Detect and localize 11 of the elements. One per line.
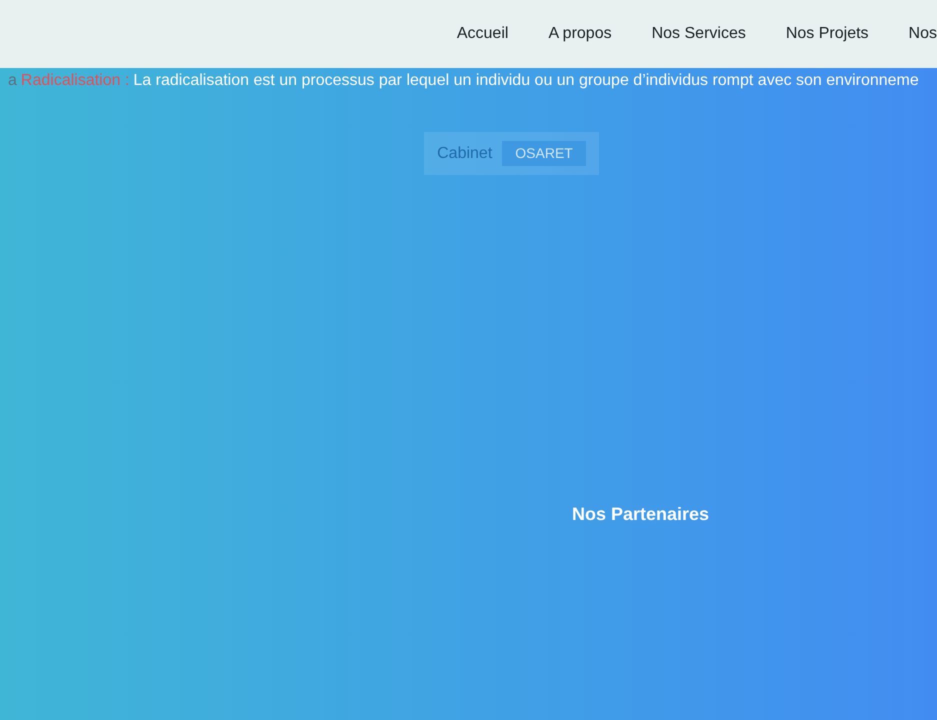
nav-link[interactable]: Accueil	[456, 22, 508, 46]
nav-link[interactable]: A propos	[548, 22, 612, 46]
nav-link[interactable]: Nos Projets	[786, 22, 869, 46]
brand-label: Cabinet	[437, 144, 492, 164]
ticker-text: La radicalisation est un processus par lequel un individu ou un groupe d’individus rompt avec son environneme	[133, 71, 919, 91]
ticker-prefix: a	[8, 71, 17, 91]
brand-badge: OSARET	[502, 141, 586, 166]
ticker-term: Radicalisation :	[20, 71, 130, 91]
section-title: Nos Partenaires	[572, 503, 710, 526]
nav-link[interactable]: Nos	[908, 22, 937, 46]
nav-link[interactable]: Nos Services	[652, 22, 746, 46]
